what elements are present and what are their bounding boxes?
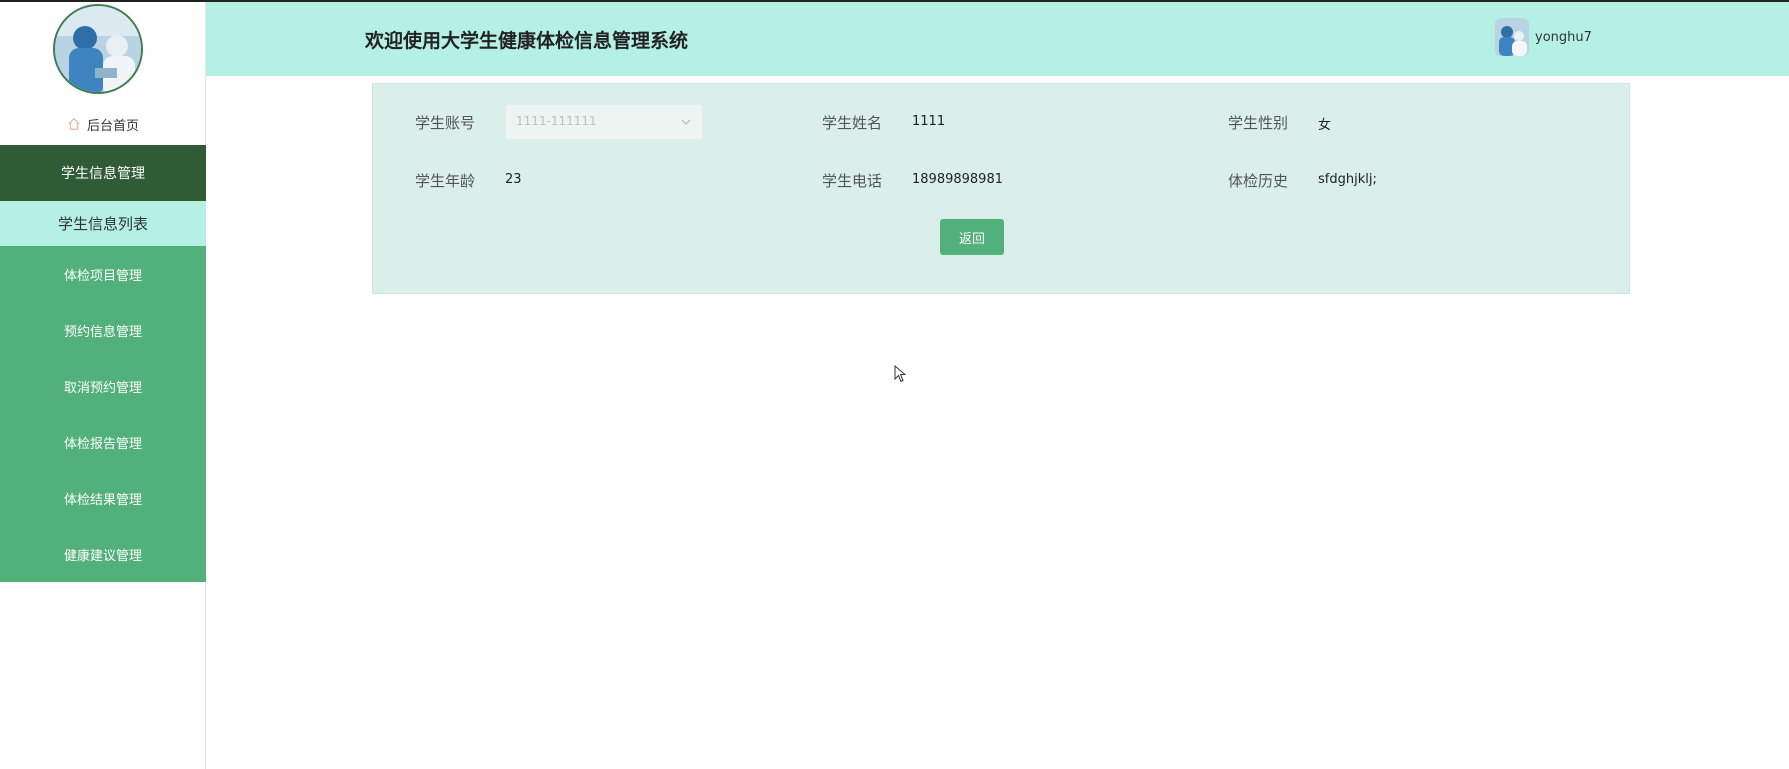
- avatar-image: [55, 6, 141, 92]
- chevron-down-icon: [681, 119, 691, 125]
- menu-item-exam-results[interactable]: 体检结果管理: [0, 470, 206, 526]
- top-header: 欢迎使用大学生健康体检信息管理系统 yonghu7: [206, 2, 1789, 76]
- sidebar-menu: 学生信息管理 学生信息列表 体检项目管理 预约信息管理 取消预约管理 体检报告管…: [0, 145, 206, 582]
- user-menu[interactable]: yonghu7: [1495, 17, 1592, 57]
- account-select-value: 1111-111111: [516, 114, 597, 128]
- gender-value: 女: [1318, 118, 1332, 133]
- history-value: sfdghjklj;: [1318, 172, 1377, 187]
- phone-value: 18989898981: [912, 172, 1003, 187]
- name-value: 1111: [912, 114, 946, 129]
- phone-label: 学生电话: [822, 172, 883, 190]
- home-icon: [68, 117, 80, 130]
- menu-item-cancel-appointments[interactable]: 取消预约管理: [0, 358, 206, 414]
- user-avatar-image: [1495, 18, 1529, 56]
- home-link[interactable]: 后台首页: [0, 112, 206, 136]
- user-avatar: [1495, 18, 1529, 56]
- menu-group-student-info[interactable]: 学生信息管理: [0, 145, 206, 201]
- mouse-pointer-icon: [894, 365, 906, 383]
- menu-item-exam-reports[interactable]: 体检报告管理: [0, 414, 206, 470]
- sidebar-avatar: [53, 4, 143, 94]
- menu-list: 体检项目管理 预约信息管理 取消预约管理 体检报告管理 体检结果管理 健康建议管…: [0, 246, 206, 582]
- sidebar: 后台首页 学生信息管理 学生信息列表 体检项目管理 预约信息管理 取消预约管理 …: [0, 2, 206, 769]
- username: yonghu7: [1535, 29, 1592, 45]
- account-label: 学生账号: [415, 114, 476, 132]
- menu-item-health-advice[interactable]: 健康建议管理: [0, 526, 206, 582]
- menu-item-exam-items[interactable]: 体检项目管理: [0, 246, 206, 302]
- gender-label: 学生性别: [1228, 114, 1289, 132]
- page-title: 欢迎使用大学生健康体检信息管理系统: [365, 30, 689, 52]
- back-button[interactable]: 返回: [940, 219, 1004, 255]
- history-label: 体检历史: [1228, 172, 1289, 190]
- age-label: 学生年龄: [415, 172, 476, 190]
- student-detail-panel: 学生账号 1111-111111 学生姓名 1111 学生性别 女 学生年龄 2…: [372, 83, 1630, 294]
- name-label: 学生姓名: [822, 114, 883, 132]
- account-select[interactable]: 1111-111111: [505, 104, 703, 140]
- menu-item-appointments[interactable]: 预约信息管理: [0, 302, 206, 358]
- age-value: 23: [505, 172, 522, 187]
- home-label: 后台首页: [86, 118, 139, 134]
- menu-item-student-list[interactable]: 学生信息列表: [0, 201, 206, 246]
